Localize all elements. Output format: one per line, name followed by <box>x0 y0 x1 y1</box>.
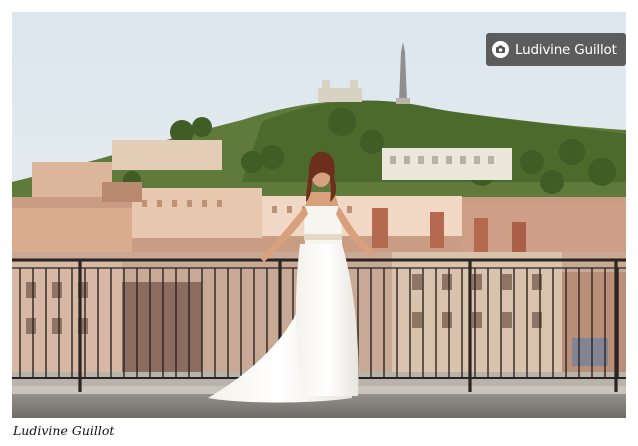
photo-scene <box>12 12 626 418</box>
photo-credit-badge[interactable]: Ludivine Guillot <box>486 33 626 66</box>
photo: Ludivine Guillot <box>12 12 626 418</box>
camera-icon <box>492 41 509 58</box>
photo-credit-label: Ludivine Guillot <box>515 41 617 58</box>
photo-caption: Ludivine Guillot <box>13 423 115 438</box>
